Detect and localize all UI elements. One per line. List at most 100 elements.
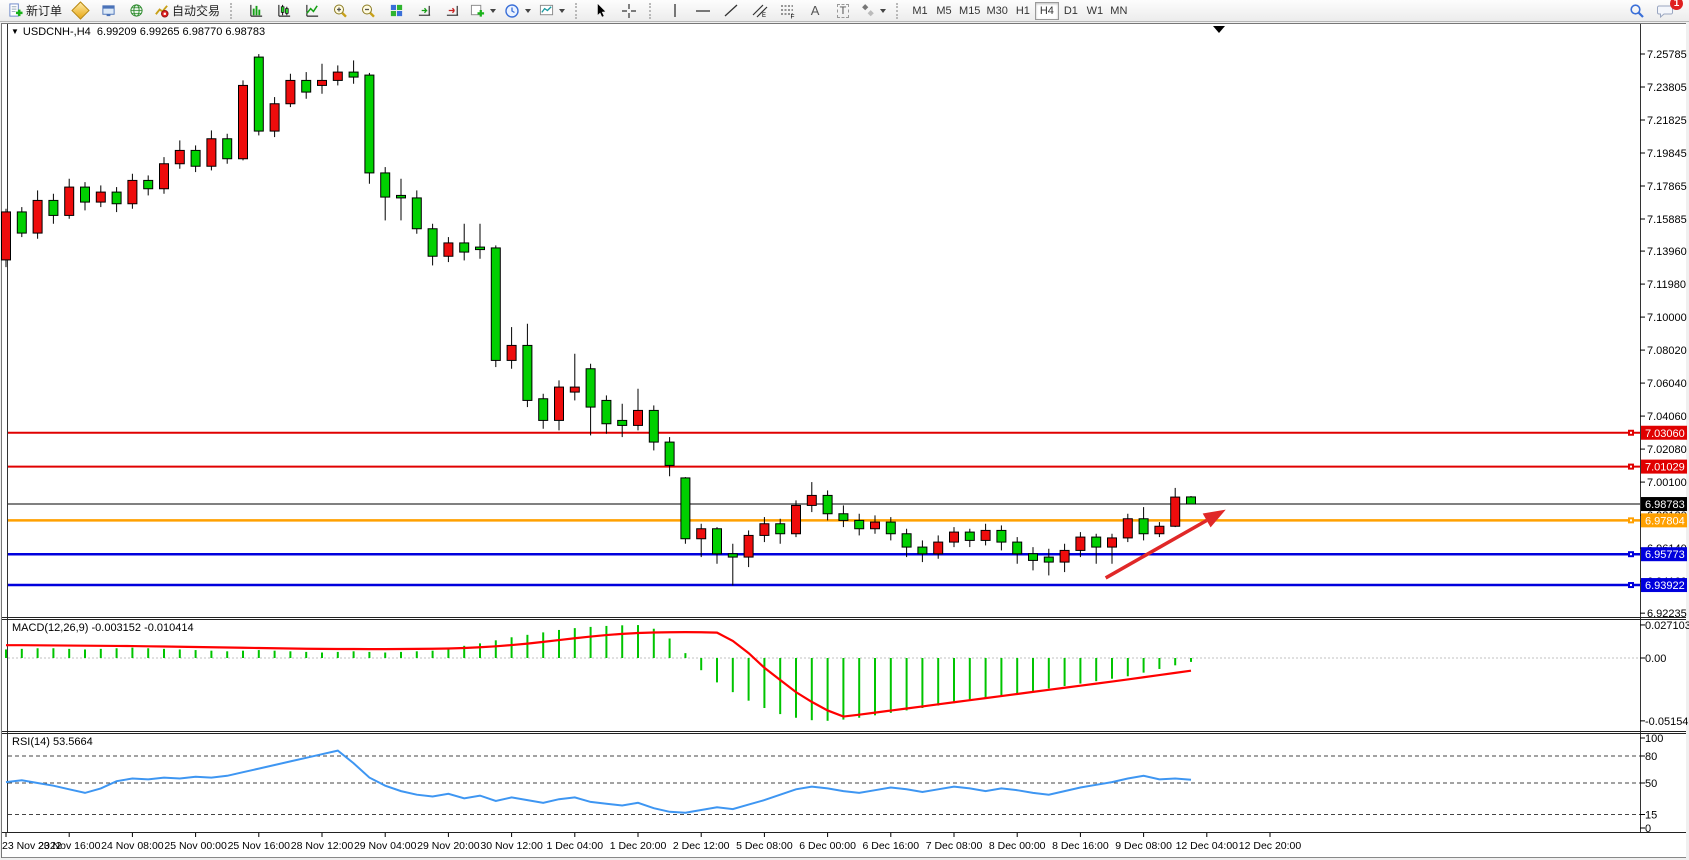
text-label-icon: T xyxy=(837,4,850,18)
candlestick-button[interactable] xyxy=(270,0,298,22)
time-tick-label: 25 Nov 00:00 xyxy=(164,840,227,852)
price-tick-label: 7.19845 xyxy=(1647,148,1687,160)
toolbar-grip xyxy=(896,3,904,19)
text-label-button[interactable]: T xyxy=(829,0,857,22)
candlestick-icon xyxy=(277,3,292,18)
time-tick-label: 8 Dec 16:00 xyxy=(1052,840,1109,852)
candle xyxy=(365,73,374,184)
gold-button[interactable] xyxy=(66,0,94,22)
ohlc-open: 6.99209 xyxy=(97,26,137,38)
rsi-name: RSI(14) xyxy=(12,736,50,748)
globe-icon xyxy=(129,3,144,18)
timeframe-m5[interactable]: M5 xyxy=(932,2,956,20)
price-tick-label: 7.21825 xyxy=(1647,115,1687,127)
trendline-button[interactable] xyxy=(717,0,745,22)
auto-trading-icon xyxy=(154,3,169,18)
horizontal-line-icon xyxy=(695,3,711,18)
tile-windows-button[interactable] xyxy=(382,0,410,22)
price-tag-label: 7.03060 xyxy=(1645,428,1685,440)
resistance-line-1-tag: 7.03060 xyxy=(1641,426,1687,440)
new-order-button[interactable]: 新订单 xyxy=(4,0,66,22)
chart-area[interactable]: 7.257857.238057.218257.198457.178657.158… xyxy=(0,0,1689,860)
current-price-line-tag: 6.98783 xyxy=(1641,497,1687,511)
time-tick-label: 24 Nov 08:00 xyxy=(101,840,164,852)
price-tick-label: 7.00100 xyxy=(1647,477,1687,489)
line-chart-button[interactable] xyxy=(298,0,326,22)
resistance-line-2-tag: 7.01029 xyxy=(1641,460,1687,474)
chart-collapse-icon[interactable]: ▼ xyxy=(11,27,19,36)
price-tick-label: 6.92235 xyxy=(1647,608,1687,620)
templates-button[interactable] xyxy=(535,0,569,22)
bar-chart-button[interactable] xyxy=(242,0,270,22)
text-button[interactable]: A xyxy=(801,0,829,22)
cursor-icon xyxy=(594,3,609,18)
rsi-label: RSI(14) 53.5664 xyxy=(12,736,93,748)
timeframe-m15[interactable]: M15 xyxy=(956,2,983,20)
indicators-icon xyxy=(470,3,485,18)
ohlc-high: 6.99265 xyxy=(140,26,180,38)
zoom-out-button[interactable] xyxy=(354,0,382,22)
candle xyxy=(239,80,248,160)
channel-button[interactable]: E xyxy=(745,0,773,22)
notifications-button[interactable]: 1 xyxy=(1651,0,1679,22)
macd-scale-label: 0.00 xyxy=(1645,653,1666,665)
vertical-line-button[interactable] xyxy=(661,0,689,22)
fibonacci-button[interactable]: F xyxy=(773,0,801,22)
globe-button[interactable] xyxy=(122,0,150,22)
price-tick-label: 7.02080 xyxy=(1647,444,1687,456)
arrows-button[interactable] xyxy=(857,0,890,22)
rsi-scale-label: 50 xyxy=(1645,778,1657,790)
time-tick-label: 7 Dec 08:00 xyxy=(926,840,983,852)
time-tick-label: 5 Dec 08:00 xyxy=(736,840,793,852)
auto-scroll-button[interactable] xyxy=(410,0,438,22)
zoom-in-button[interactable] xyxy=(326,0,354,22)
chevron-down-icon xyxy=(559,9,565,13)
auto-trading-button[interactable]: 自动交易 xyxy=(150,0,224,22)
candle xyxy=(491,245,500,367)
timeframe-d1[interactable]: D1 xyxy=(1059,2,1083,20)
horizontal-line-button[interactable] xyxy=(689,0,717,22)
price-tick-label: 7.25785 xyxy=(1647,49,1687,61)
macd-value-main: -0.003152 xyxy=(91,622,141,634)
monitor-button[interactable] xyxy=(94,0,122,22)
indicators-button[interactable] xyxy=(466,0,500,22)
time-tick-label: 8 Dec 00:00 xyxy=(989,840,1046,852)
timeframe-mn[interactable]: MN xyxy=(1107,2,1131,20)
candle xyxy=(254,54,263,135)
time-tick-label: 12 Dec 04:00 xyxy=(1176,840,1239,852)
line-chart-icon xyxy=(305,3,320,18)
macd-value-signal: -0.010414 xyxy=(144,622,194,634)
time-tick-label: 6 Dec 00:00 xyxy=(799,840,856,852)
templates-icon xyxy=(539,3,554,18)
time-tick-label: 23 Nov 16:00 xyxy=(38,840,101,852)
periods-button[interactable] xyxy=(500,0,535,22)
toolbar-grip xyxy=(230,3,238,19)
bar-chart-icon xyxy=(249,3,264,18)
new-order-label: 新订单 xyxy=(26,2,62,19)
timeframe-h1[interactable]: H1 xyxy=(1011,2,1035,20)
timeframe-m1[interactable]: M1 xyxy=(908,2,932,20)
tile-windows-icon xyxy=(389,3,404,18)
rsi-scale-label: 15 xyxy=(1645,810,1657,822)
price-tag-label: 6.98783 xyxy=(1645,499,1685,511)
new-order-icon xyxy=(8,3,23,18)
crosshair-icon xyxy=(621,3,637,19)
rsi-value: 53.5664 xyxy=(53,736,93,748)
price-tick-label: 7.06040 xyxy=(1647,378,1687,390)
crosshair-button[interactable] xyxy=(615,0,643,22)
time-tick-label: 25 Nov 16:00 xyxy=(228,840,291,852)
time-tick-label: 28 Nov 12:00 xyxy=(291,840,354,852)
channel-icon: E xyxy=(751,3,768,19)
periods-icon xyxy=(504,3,520,19)
timeframe-h4[interactable]: H4 xyxy=(1035,2,1059,20)
chevron-down-icon xyxy=(525,9,531,13)
macd-scale-label: 0.027103 xyxy=(1645,620,1689,632)
timeframe-m30[interactable]: M30 xyxy=(983,2,1010,20)
chart-title: ▼USDCNH-,H4 6.99209 6.99265 6.98770 6.98… xyxy=(11,26,265,38)
chart-shift-button[interactable] xyxy=(438,0,466,22)
search-button[interactable] xyxy=(1623,0,1651,22)
price-tick-label: 7.11980 xyxy=(1647,279,1686,291)
cursor-button[interactable] xyxy=(587,0,615,22)
gold-icon xyxy=(71,1,89,19)
timeframe-w1[interactable]: W1 xyxy=(1083,2,1107,20)
